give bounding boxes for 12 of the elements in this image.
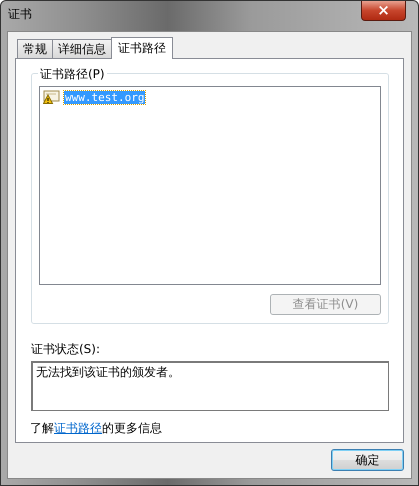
ok-button[interactable]: 确定	[331, 449, 404, 471]
group-title: 证书路径(P)	[38, 66, 107, 83]
tab[interactable]: 证书路径	[111, 37, 173, 59]
certificate-warning-icon	[43, 90, 60, 104]
info-sentence: 了解证书路径的更多信息	[30, 420, 163, 437]
status-label: 证书状态(S):	[31, 341, 102, 358]
window-title: 证书	[8, 6, 32, 22]
close-button[interactable]: ×	[361, 1, 406, 21]
status-text-box: 无法找到该证书的颁发者。	[31, 361, 389, 411]
tab[interactable]: 常规	[17, 39, 53, 58]
tab[interactable]: 详细信息	[52, 39, 112, 58]
certificate-path-link[interactable]: 证书路径	[54, 421, 102, 435]
